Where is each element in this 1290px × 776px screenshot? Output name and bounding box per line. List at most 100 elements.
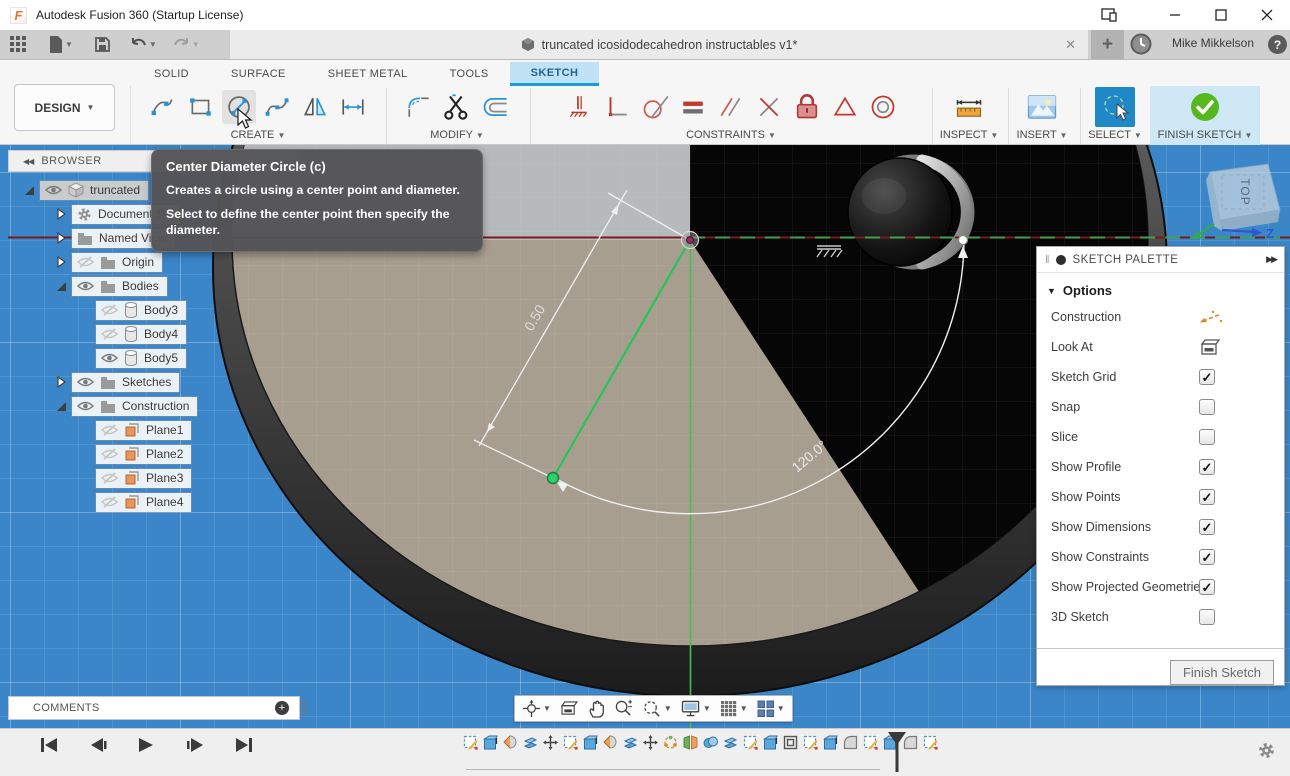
ribbon-tab-surface[interactable]: SURFACE: [210, 62, 307, 86]
visibility-off-icon[interactable]: [101, 472, 118, 484]
visibility-off-icon[interactable]: [101, 448, 118, 460]
help-icon[interactable]: ?: [1268, 35, 1287, 54]
sketch-dimension-icon[interactable]: [336, 90, 370, 124]
visibility-on-icon[interactable]: [77, 280, 94, 292]
palette-options-section[interactable]: ▼ Options: [1037, 273, 1284, 302]
timeline-feature-sketch[interactable]: [802, 735, 819, 757]
browser-item-plane1[interactable]: Plane1: [96, 421, 191, 440]
visibility-on-icon[interactable]: [45, 184, 62, 196]
timeline-feature-extrude[interactable]: [482, 735, 499, 757]
show-profile-checkbox[interactable]: ✓: [1199, 459, 1215, 475]
finish-sketch-group[interactable]: FINISH SKETCH ▼: [1150, 86, 1260, 145]
rectangle-tool-icon[interactable]: [184, 90, 218, 124]
comments-grip[interactable]: [302, 700, 305, 716]
viewports-icon[interactable]: ▼: [757, 700, 785, 718]
3d-sketch-checkbox[interactable]: [1199, 609, 1215, 625]
timeline-feature-split[interactable]: [622, 735, 639, 757]
close-button[interactable]: [1244, 0, 1290, 30]
insert-group-label[interactable]: INSERT ▼: [1017, 129, 1068, 141]
workspace-selector[interactable]: DESIGN▼: [14, 84, 115, 131]
measure-tool-icon[interactable]: [952, 90, 986, 124]
save-icon[interactable]: [95, 37, 110, 52]
undo-icon[interactable]: ▼: [130, 38, 157, 52]
app-grid-icon[interactable]: [10, 36, 27, 53]
construction-icon[interactable]: [1199, 309, 1225, 325]
browser-item-plane2[interactable]: Plane2: [96, 445, 191, 464]
browser-item-plane3[interactable]: Plane3: [96, 469, 191, 488]
maximize-button[interactable]: [1198, 0, 1244, 30]
offset-tool-icon[interactable]: [478, 90, 512, 124]
finish-sketch-button[interactable]: Finish Sketch: [1170, 660, 1274, 685]
timeline-feature-extrude[interactable]: [762, 735, 779, 757]
browser-item-plane4[interactable]: Plane4: [96, 493, 191, 512]
constraints-group-label[interactable]: CONSTRAINTS ▼: [686, 129, 776, 141]
visibility-on-icon[interactable]: [77, 376, 94, 388]
visibility-off-icon[interactable]: [101, 304, 118, 316]
fillet-tool-icon[interactable]: [402, 90, 436, 124]
browser-item-construction[interactable]: Construction: [72, 397, 197, 416]
sketch-grid-checkbox[interactable]: ✓: [1199, 369, 1215, 385]
timeline-feature-sketch[interactable]: [562, 735, 579, 757]
fix-constraint-icon[interactable]: [790, 90, 824, 124]
timeline-feature-extrude[interactable]: [582, 735, 599, 757]
mirror-tool-icon[interactable]: [298, 90, 332, 124]
timeline-feature-sketch[interactable]: [462, 735, 479, 757]
browser-item-sketches[interactable]: Sketches: [72, 373, 179, 392]
browser-item-truncated[interactable]: truncated: [40, 181, 148, 200]
ribbon-tab-tools[interactable]: TOOLS: [429, 62, 510, 86]
user-name[interactable]: Mike Mikkelson: [1163, 36, 1263, 50]
perpendicular-constraint-icon[interactable]: [600, 90, 634, 124]
comments-add-icon[interactable]: +: [275, 701, 289, 715]
timeline-feature-mirror[interactable]: [682, 735, 699, 757]
ribbon-tab-sketch[interactable]: SKETCH: [510, 62, 600, 86]
tree-expanded-icon[interactable]: [22, 185, 36, 196]
go-to-start-button[interactable]: [40, 737, 58, 753]
timeline-feature-fillet[interactable]: [842, 735, 859, 757]
pan-icon[interactable]: [588, 700, 605, 718]
timeline-feature-extrude[interactable]: [822, 735, 839, 757]
step-back-button[interactable]: [89, 737, 107, 753]
tree-collapsed-icon[interactable]: [54, 208, 68, 220]
palette-grip[interactable]: ‖: [1045, 254, 1050, 266]
lookat-icon[interactable]: [1199, 339, 1221, 356]
palette-expand-icon[interactable]: ▶▶: [1266, 254, 1276, 265]
document-close-icon[interactable]: ✕: [1065, 37, 1076, 53]
modify-group-label[interactable]: MODIFY ▼: [430, 129, 484, 141]
timeline-feature-sketch[interactable]: [742, 735, 759, 757]
timeline-feature-move[interactable]: [642, 735, 659, 757]
timeline-feature-move[interactable]: [542, 735, 559, 757]
show-dimensions-checkbox[interactable]: ✓: [1199, 519, 1215, 535]
visibility-on-icon[interactable]: [101, 352, 118, 364]
timeline-feature-sketch[interactable]: [922, 735, 939, 757]
browser-item-origin[interactable]: Origin: [72, 253, 162, 272]
sketch-palette-header[interactable]: ‖ SKETCH PALETTE ▶▶: [1037, 247, 1284, 273]
snap-checkbox[interactable]: [1199, 399, 1215, 415]
redo-icon[interactable]: ▼: [173, 38, 200, 52]
select-tool-icon[interactable]: [1095, 87, 1135, 127]
look-at-icon[interactable]: [560, 701, 579, 716]
tree-collapsed-icon[interactable]: [54, 256, 68, 268]
trim-tool-icon[interactable]: [440, 90, 474, 124]
zoom-window-icon[interactable]: ▼: [642, 699, 672, 718]
play-button[interactable]: [138, 737, 155, 753]
minimize-button[interactable]: [1152, 0, 1198, 30]
tree-collapsed-icon[interactable]: [54, 232, 68, 244]
browser-item-body5[interactable]: Body5: [96, 349, 186, 368]
timeline-feature-loft[interactable]: [602, 735, 619, 757]
show-constraints-checkbox[interactable]: ✓: [1199, 549, 1215, 565]
show-points-checkbox[interactable]: ✓: [1199, 489, 1215, 505]
ribbon-tab-solid[interactable]: SOLID: [133, 62, 210, 86]
parallel-constraint-icon[interactable]: [714, 90, 748, 124]
visibility-off-icon[interactable]: [101, 328, 118, 340]
timeline-feature-sketch[interactable]: [862, 735, 879, 757]
timeline-settings-gear-icon[interactable]: [1257, 741, 1276, 760]
document-tab[interactable]: truncated icosidodecahedron instructable…: [230, 30, 1088, 59]
browser-item-body4[interactable]: Body4: [96, 325, 186, 344]
tangent-constraint-icon[interactable]: [638, 90, 672, 124]
browser-item-body3[interactable]: Body3: [96, 301, 186, 320]
timeline-feature-loft[interactable]: [502, 735, 519, 757]
timeline-position-marker[interactable]: [886, 732, 908, 772]
recent-activity-icon[interactable]: [1130, 33, 1152, 55]
timeline-feature-split[interactable]: [722, 735, 739, 757]
create-group-label[interactable]: CREATE ▼: [231, 129, 286, 141]
